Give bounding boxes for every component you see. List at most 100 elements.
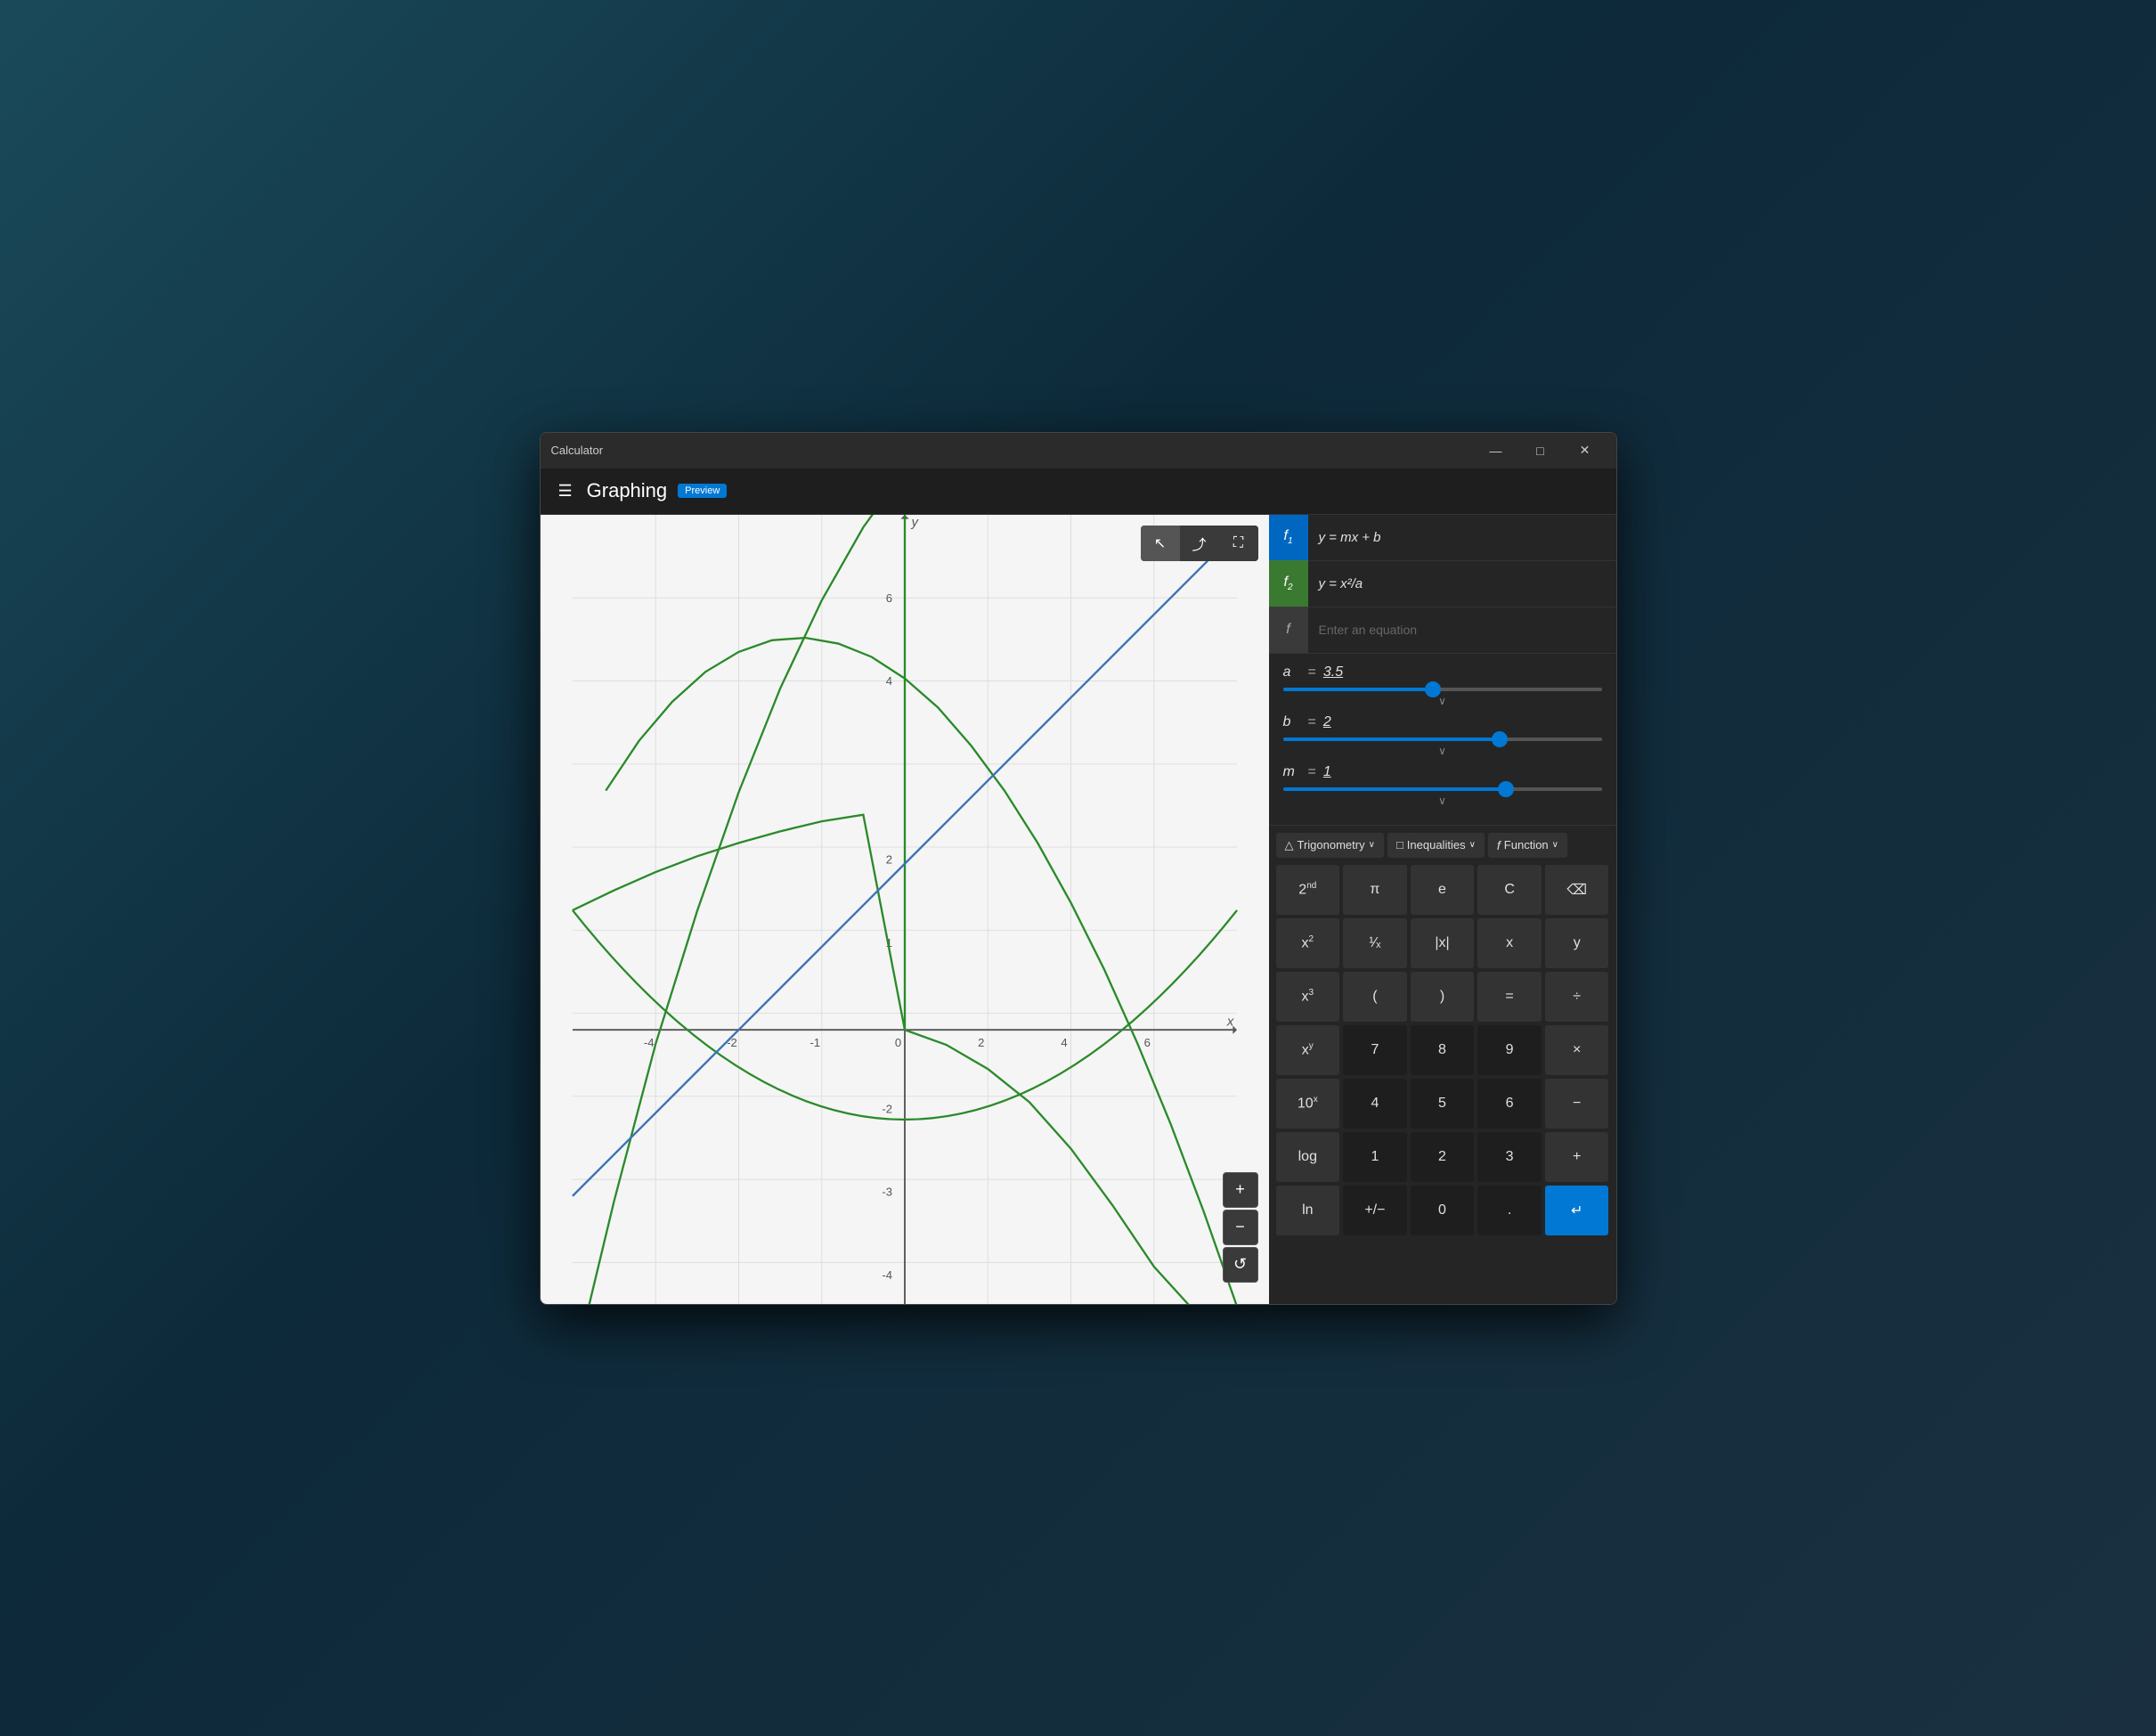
key-6[interactable]: 6 [1477,1079,1542,1129]
zoom-in-button[interactable]: + [1223,1172,1258,1208]
key-enter[interactable]: ↵ [1545,1186,1609,1235]
variable-m: m = 1 ∨ [1283,764,1602,807]
function-row-3[interactable]: f Enter an equation [1269,607,1616,654]
title-bar: Calculator — □ ✕ [541,433,1616,469]
function-row-2[interactable]: f2 y = x²/a [1269,561,1616,607]
inequalities-label: Inequalities [1407,838,1466,852]
key-5[interactable]: 5 [1411,1079,1475,1129]
key-divide[interactable]: ÷ [1545,972,1609,1022]
expand-tool-button[interactable]: ⛶ [1219,526,1258,561]
title-bar-controls: — □ ✕ [1476,436,1606,465]
variable-b-value[interactable]: 2 [1323,714,1350,730]
key-pi[interactable]: π [1343,865,1407,915]
slider-m-thumb[interactable] [1498,781,1514,797]
variable-b-equals: = [1308,714,1316,730]
key-9[interactable]: 9 [1477,1025,1542,1075]
function-badge-1: f1 [1269,515,1308,561]
key-plus-minus[interactable]: +/− [1343,1186,1407,1235]
key-7[interactable]: 7 [1343,1025,1407,1075]
key-grid: 2nd π e C ⌫ x2 ¹∕ₓ |x| x y x3 ( ) = [1276,865,1609,1235]
select-tool-button[interactable]: ↖ [1141,526,1180,561]
graph-toolbar: ↖ ⤴ ⛶ [1141,526,1258,561]
function-badge-label-2: f2 [1283,575,1292,592]
graph-area[interactable]: x y -2 -1 0 2 4 6 -4 6 4 2 1 -2 -3 -4 [541,515,1269,1304]
close-button[interactable]: ✕ [1565,436,1606,465]
key-close-paren[interactable]: ) [1411,972,1475,1022]
key-x-to-y[interactable]: xy [1276,1025,1340,1075]
zoom-reset-button[interactable]: ↺ [1223,1247,1258,1283]
svg-text:4: 4 [1061,1035,1067,1048]
key-clear[interactable]: C [1477,865,1542,915]
key-add[interactable]: + [1545,1132,1609,1182]
key-decimal[interactable]: . [1477,1186,1542,1235]
svg-text:2: 2 [978,1035,984,1048]
variable-a-value[interactable]: 3.5 [1323,664,1350,681]
variable-a-row: a = 3.5 [1283,664,1602,681]
key-backspace[interactable]: ⌫ [1545,865,1609,915]
key-1[interactable]: 1 [1343,1132,1407,1182]
variable-b: b = 2 ∨ [1283,714,1602,757]
key-log[interactable]: log [1276,1132,1340,1182]
menu-icon[interactable]: ☰ [555,478,576,504]
key-y[interactable]: y [1545,918,1609,968]
variable-b-slider[interactable] [1283,738,1602,741]
key-x-cubed[interactable]: x3 [1276,972,1340,1022]
key-10-to-x[interactable]: 10x [1276,1079,1340,1129]
key-equals[interactable]: = [1477,972,1542,1022]
svg-text:-3: -3 [882,1185,892,1198]
slider-m-track [1283,787,1602,791]
key-multiply[interactable]: × [1545,1025,1609,1075]
key-open-paren[interactable]: ( [1343,972,1407,1022]
key-abs[interactable]: |x| [1411,918,1475,968]
key-x-squared[interactable]: x2 [1276,918,1340,968]
function-placeholder: Enter an equation [1308,623,1616,637]
key-4[interactable]: 4 [1343,1079,1407,1129]
app-title: Graphing [587,479,668,502]
function-list: f1 y = mx + b f2 y = x²/a [1269,515,1616,654]
function-button[interactable]: f Function ∨ [1488,833,1567,858]
key-ln[interactable]: ln [1276,1186,1340,1235]
svg-text:0: 0 [894,1035,900,1048]
svg-text:-2: -2 [882,1102,892,1115]
key-8[interactable]: 8 [1411,1025,1475,1075]
inequalities-chevron-icon: ∨ [1469,840,1476,850]
slider-m-fill [1283,787,1507,791]
slider-b-thumb[interactable] [1492,731,1508,747]
key-3[interactable]: 3 [1477,1132,1542,1182]
share-tool-button[interactable]: ⤴ [1180,526,1219,561]
inequalities-button[interactable]: □ Inequalities ∨ [1387,833,1485,858]
variables-section: a = 3.5 ∨ b = [1269,654,1616,826]
key-subtract[interactable]: − [1545,1079,1609,1129]
variable-m-expand[interactable]: ∨ [1283,795,1602,807]
function-row-1[interactable]: f1 y = mx + b [1269,515,1616,561]
variable-a-expand[interactable]: ∨ [1283,695,1602,707]
trigonometry-button[interactable]: △ Trigonometry ∨ [1276,833,1384,858]
key-reciprocal[interactable]: ¹∕ₓ [1343,918,1407,968]
svg-text:6: 6 [885,591,891,604]
minimize-button[interactable]: — [1476,436,1517,465]
main-content: x y -2 -1 0 2 4 6 -4 6 4 2 1 -2 -3 -4 [541,515,1616,1304]
key-2[interactable]: 2 [1411,1132,1475,1182]
variable-a-name: a [1283,664,1301,681]
right-panel: f1 y = mx + b f2 y = x²/a [1269,515,1616,1304]
variable-b-expand[interactable]: ∨ [1283,745,1602,757]
key-2nd[interactable]: 2nd [1276,865,1340,915]
key-x[interactable]: x [1477,918,1542,968]
variable-a-slider[interactable] [1283,688,1602,691]
graph-canvas: x y -2 -1 0 2 4 6 -4 6 4 2 1 -2 -3 -4 [541,515,1269,1304]
svg-text:-4: -4 [882,1268,892,1282]
key-e[interactable]: e [1411,865,1475,915]
variable-m-slider[interactable] [1283,787,1602,791]
maximize-button[interactable]: □ [1520,436,1561,465]
svg-text:2: 2 [885,852,891,866]
app-header: ☰ Graphing Preview [541,469,1616,515]
function-badge-label-3: f [1286,622,1290,638]
svg-text:x: x [1225,1014,1233,1029]
zoom-out-button[interactable]: − [1223,1210,1258,1245]
title-bar-left: Calculator [551,444,604,457]
variable-m-value[interactable]: 1 [1323,764,1350,780]
key-0[interactable]: 0 [1411,1186,1475,1235]
slider-a-thumb[interactable] [1425,681,1441,697]
variable-m-row: m = 1 [1283,764,1602,780]
trig-chevron-icon: ∨ [1369,840,1375,850]
